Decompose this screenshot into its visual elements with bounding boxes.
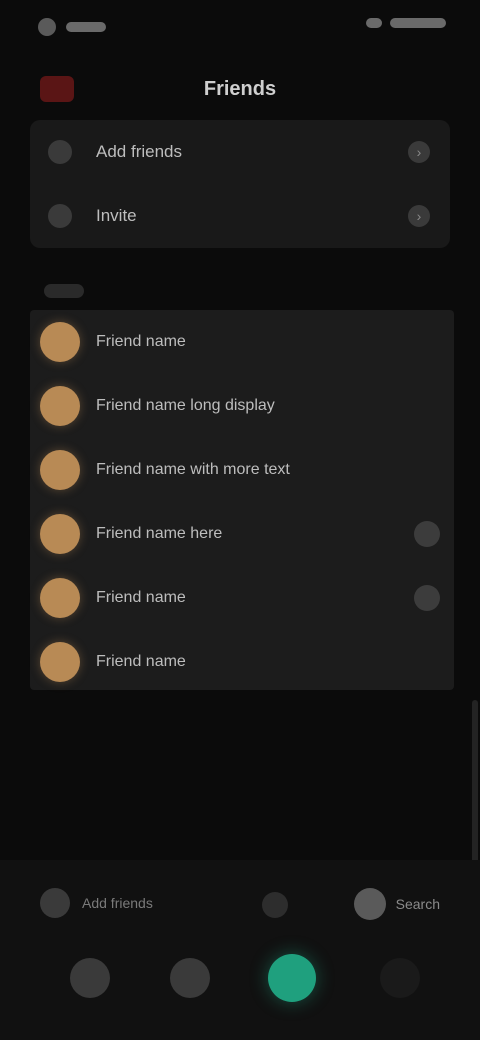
chevron-right-icon: › — [408, 205, 430, 227]
friend-name: Friend name — [96, 333, 186, 350]
friends-list: Friend name Friend name long display Fri… — [30, 310, 454, 690]
list-item[interactable]: Friend name — [30, 630, 454, 694]
more-icon[interactable] — [414, 521, 440, 547]
avatar — [40, 450, 80, 490]
scrollbar[interactable] — [472, 700, 478, 870]
carrier-text — [66, 22, 106, 32]
add-friends-row[interactable]: Add friends › — [30, 120, 450, 184]
status-left — [38, 18, 106, 36]
friend-name: Friend name long display — [96, 397, 275, 414]
chevron-right-icon: › — [408, 141, 430, 163]
row-label: Invite — [96, 206, 137, 225]
bottom-bar: Add friends Search — [0, 860, 480, 1040]
add-user-icon — [48, 140, 72, 164]
wifi-icon — [366, 18, 382, 28]
bottom-actions: Add friends Search — [0, 880, 480, 928]
create-icon[interactable] — [268, 954, 316, 1002]
search-label: Search — [395, 896, 440, 912]
list-item[interactable]: Friend name — [30, 566, 454, 630]
friend-name: Friend name with more text — [96, 461, 290, 478]
list-item[interactable]: Friend name long display — [30, 374, 454, 438]
avatar — [40, 642, 80, 682]
avatar — [40, 322, 80, 362]
invite-row[interactable]: Invite › — [30, 184, 450, 248]
share-icon — [48, 204, 72, 228]
avatar — [40, 386, 80, 426]
header: Friends — [0, 56, 480, 126]
row-label: Add friends — [96, 142, 182, 161]
qr-icon[interactable] — [262, 892, 288, 918]
nav-bar — [0, 940, 480, 1030]
search-icon — [353, 888, 386, 920]
signal-icon — [38, 18, 56, 36]
search-action[interactable]: Search — [353, 888, 440, 920]
avatar — [40, 514, 80, 554]
list-item[interactable]: Friend name — [30, 310, 454, 374]
section-header — [44, 284, 84, 298]
page-title: Friends — [203, 78, 277, 100]
friend-name: Friend name — [96, 653, 186, 670]
list-item[interactable]: Friend name here — [30, 502, 454, 566]
battery-icon — [390, 18, 446, 28]
friend-name: Friend name here — [96, 525, 223, 542]
profile-icon[interactable] — [380, 958, 420, 998]
more-icon[interactable] — [414, 585, 440, 611]
add-friends-action[interactable]: Add friends — [40, 888, 153, 918]
add-user-icon — [40, 888, 70, 918]
list-item[interactable]: Friend name with more text — [30, 438, 454, 502]
friend-name: Friend name — [96, 589, 186, 606]
discover-icon[interactable] — [170, 958, 210, 998]
avatar — [40, 578, 80, 618]
status-bar — [0, 0, 480, 56]
add-friends-label: Add friends — [82, 895, 153, 911]
top-card: Add friends › Invite › — [30, 120, 450, 248]
home-icon[interactable] — [70, 958, 110, 998]
status-right — [366, 18, 446, 28]
